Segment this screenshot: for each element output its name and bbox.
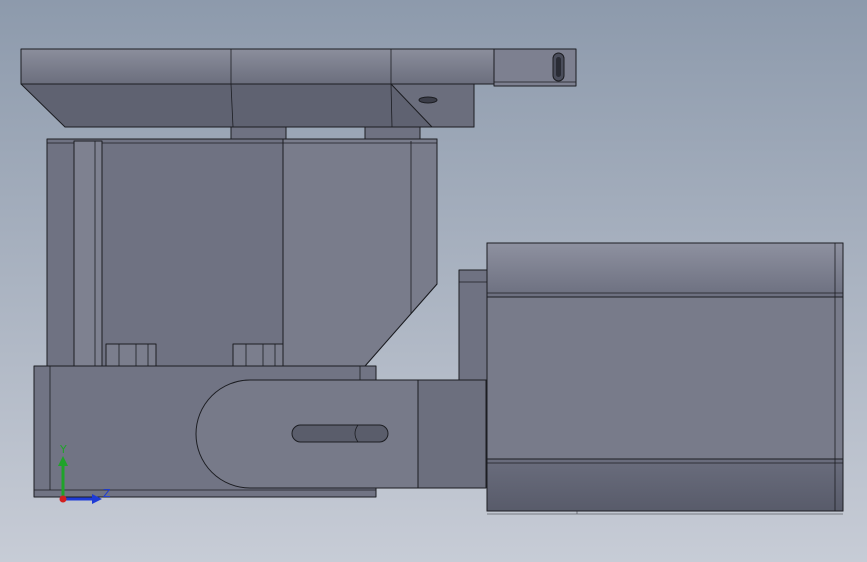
motor-flange <box>458 269 490 381</box>
hex-nut-left <box>105 343 157 367</box>
cad-viewport[interactable]: Y Z <box>0 0 867 562</box>
stepper-motor[interactable] <box>458 242 844 515</box>
z-axis-label: Z <box>103 487 111 500</box>
arm-slot <box>291 424 389 443</box>
slotted-arm[interactable] <box>195 379 487 489</box>
hex-nut-right <box>232 343 284 367</box>
spacer-left <box>230 126 287 140</box>
spacer-right <box>364 126 421 140</box>
cad-canvas[interactable]: Y Z <box>0 0 867 562</box>
body-post-left <box>73 140 103 367</box>
y-axis-label: Y <box>59 443 67 456</box>
plate-hole <box>418 96 438 104</box>
gearbox-body[interactable] <box>46 138 438 367</box>
